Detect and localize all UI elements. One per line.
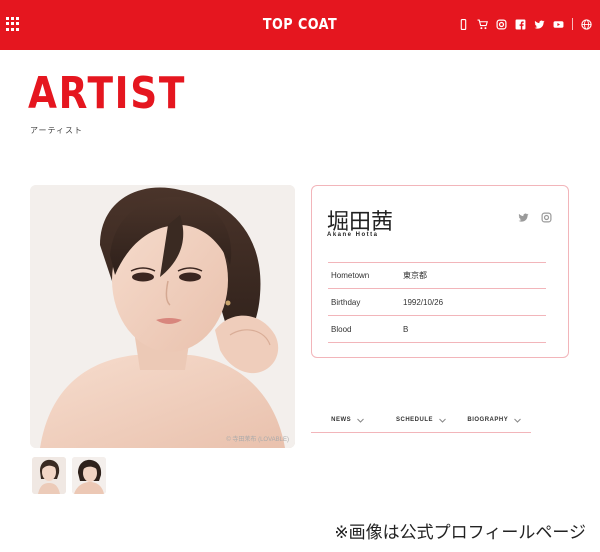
thumbnail-1[interactable]	[32, 457, 66, 494]
header-divider	[572, 18, 573, 30]
cart-icon[interactable]	[477, 19, 488, 30]
info-row-hometown: Hometown 東京都	[328, 262, 546, 289]
instagram-icon[interactable]	[541, 210, 552, 223]
header-icons	[458, 18, 592, 30]
chevron-down-icon	[357, 418, 365, 423]
info-value: B	[403, 324, 409, 334]
mobile-icon[interactable]	[458, 18, 469, 30]
photo-credit: © 寺田茉布 (LOVABLE)	[226, 437, 289, 443]
tab-news[interactable]: NEWS	[311, 410, 384, 432]
info-row-birthday: Birthday 1992/10/26	[328, 289, 546, 316]
top-header: TOP COAT	[0, 0, 600, 50]
image-source-note: ※画像は公式プロフィールページ	[334, 523, 586, 543]
info-value: 1992/10/26	[403, 297, 444, 307]
info-row-blood: Blood B	[328, 316, 546, 343]
chevron-down-icon	[514, 418, 522, 423]
twitter-icon[interactable]	[534, 19, 545, 30]
tab-label: NEWS	[331, 417, 352, 423]
facebook-icon[interactable]	[515, 19, 526, 30]
chevron-down-icon	[439, 418, 446, 423]
artist-info-table: Hometown 東京都 Birthday 1992/10/26 Blood B	[328, 262, 546, 343]
page-title: ARTIST	[28, 68, 187, 119]
artist-romaji: Akane Hotta	[327, 232, 379, 238]
info-value: 東京都	[403, 271, 427, 280]
tab-biography[interactable]: BIOGRAPHY	[458, 410, 531, 432]
artist-social-links	[518, 210, 552, 223]
menu-grid-icon[interactable]	[6, 17, 20, 31]
portrait-illustration	[30, 185, 295, 448]
brand-link[interactable]: TOP COAT	[263, 15, 337, 33]
info-label: Blood	[331, 324, 352, 334]
twitter-icon[interactable]	[518, 210, 529, 222]
instagram-icon[interactable]	[496, 18, 507, 30]
thumbnail-2[interactable]	[72, 457, 106, 494]
photo-thumbnails	[32, 457, 106, 494]
tab-schedule[interactable]: SCHEDULE	[384, 410, 457, 432]
globe-icon[interactable]	[581, 18, 592, 30]
page-subtitle: アーティスト	[30, 126, 84, 135]
artist-photo: © 寺田茉布 (LOVABLE)	[30, 185, 295, 448]
info-label: Birthday	[331, 297, 361, 307]
youtube-icon[interactable]	[553, 19, 564, 30]
artist-info-card: 堀田茜 Akane Hotta Hometown 東京都 Birthday 19…	[311, 185, 569, 358]
tab-label: SCHEDULE	[395, 417, 433, 423]
tab-label: BIOGRAPHY	[467, 417, 509, 423]
info-label: Hometown	[331, 271, 370, 280]
artist-tabs: NEWS SCHEDULE BIOGRAPHY	[311, 410, 531, 433]
